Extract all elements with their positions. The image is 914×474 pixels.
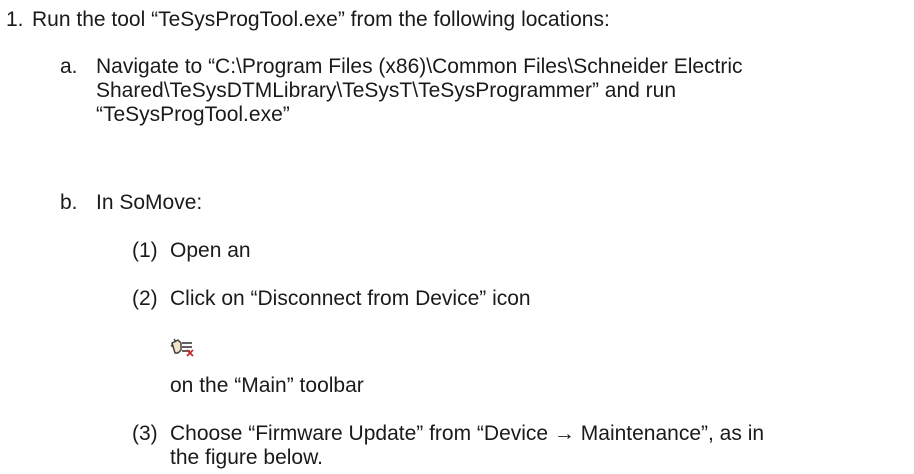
step-1-number: 1. bbox=[6, 8, 24, 31]
substep-2-text: Click on “Disconnect from Device” icon bbox=[170, 287, 531, 310]
substep-1-text: Open an bbox=[170, 239, 251, 262]
substep-1-marker: (1) bbox=[132, 239, 158, 262]
substep-3-marker: (3) bbox=[132, 422, 158, 445]
substep-3-line-2: the figure below. bbox=[170, 446, 323, 469]
step-1-text: Run the tool “TeSysProgTool.exe” from th… bbox=[32, 8, 610, 31]
step-a-line-1: Navigate to “C:\Program Files (x86)\Comm… bbox=[96, 55, 743, 78]
substep-2-after-icon: on the “Main” toolbar bbox=[170, 374, 364, 397]
step-b-text: In SoMove: bbox=[96, 191, 203, 214]
step-a-line-2: Shared\TeSysDTMLibrary\TeSysT\TeSysProgr… bbox=[96, 79, 677, 102]
step-a-marker: a. bbox=[60, 55, 78, 78]
step-b-marker: b. bbox=[60, 191, 78, 214]
substep-2-marker: (2) bbox=[132, 287, 158, 310]
substep-3-line-1: Choose “Firmware Update” from “Device → … bbox=[170, 422, 765, 445]
disconnect-from-device-icon bbox=[170, 337, 196, 359]
step-a-line-3: “TeSysProgTool.exe” bbox=[96, 103, 290, 126]
